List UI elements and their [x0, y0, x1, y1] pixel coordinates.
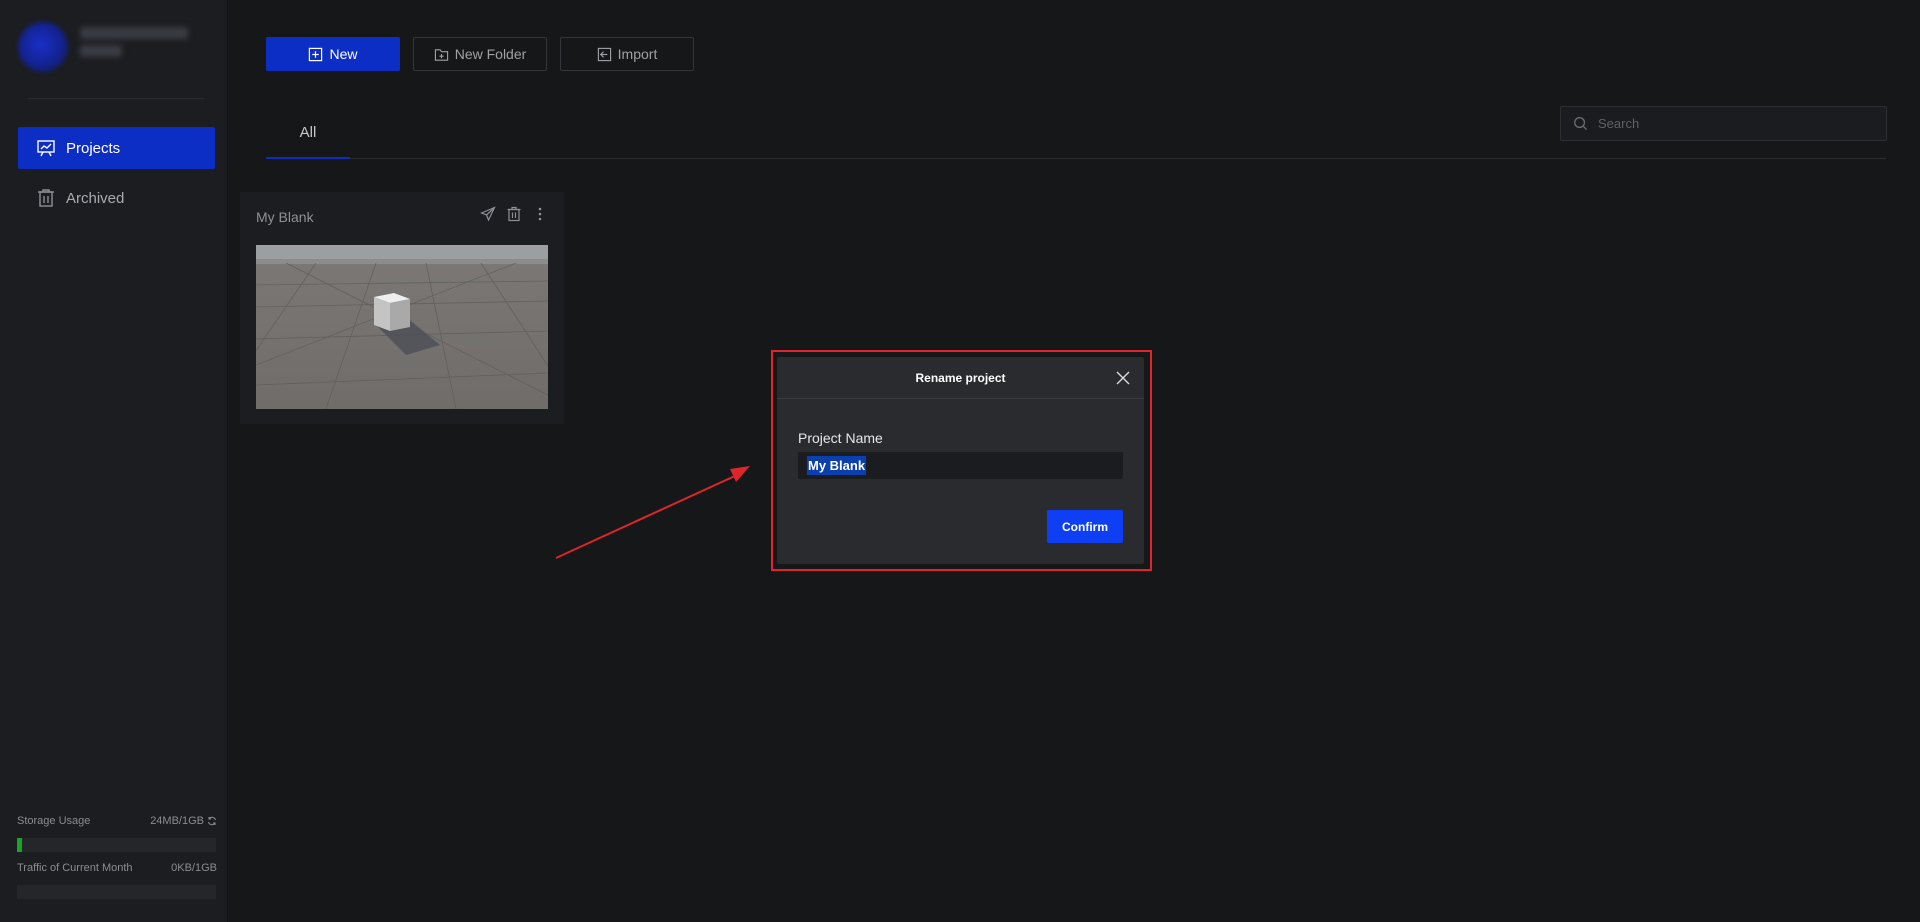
close-icon[interactable]	[1114, 369, 1132, 387]
presentation-chart-icon	[36, 138, 56, 158]
traffic-usage-value: 0KB/1GB	[171, 862, 217, 874]
sidebar-item-label: Projects	[66, 139, 121, 157]
storage-usage: Storage Usage 24MB/1GB	[17, 815, 217, 827]
confirm-button[interactable]: Confirm	[1047, 510, 1123, 543]
new-button-label: New	[329, 46, 358, 62]
search-box	[1560, 106, 1887, 141]
sidebar-item-archived[interactable]: Archived	[18, 177, 215, 219]
project-name-field[interactable]: My Blank	[798, 452, 1123, 479]
trash-icon[interactable]	[506, 206, 522, 222]
new-folder-button[interactable]: New Folder	[413, 37, 547, 71]
project-title: My Blank	[256, 209, 314, 225]
project-name-label: Project Name	[798, 430, 883, 446]
storage-usage-value: 24MB/1GB	[150, 815, 204, 827]
plus-square-icon	[309, 47, 323, 61]
sidebar-item-label: Archived	[66, 189, 125, 207]
sidebar: Projects Archived Storage Usage 24MB/1GB	[0, 0, 228, 922]
refresh-icon[interactable]	[207, 816, 217, 826]
scene-preview-image	[256, 245, 548, 409]
storage-usage-bar	[17, 838, 216, 852]
project-card[interactable]: My Blank	[240, 192, 564, 424]
search-input[interactable]	[1598, 116, 1878, 131]
storage-usage-label: Storage Usage	[17, 815, 91, 827]
import-button-label: Import	[617, 46, 658, 62]
folder-plus-icon	[434, 48, 448, 61]
avatar[interactable]	[18, 22, 68, 72]
import-icon	[597, 47, 611, 61]
traffic-usage-bar	[17, 885, 216, 899]
user-profile[interactable]	[18, 22, 188, 72]
sidebar-item-projects[interactable]: Projects	[18, 127, 215, 169]
tab-all[interactable]: All	[266, 104, 350, 160]
traffic-usage: Traffic of Current Month 0KB/1GB	[17, 862, 217, 874]
sidebar-divider	[28, 98, 204, 99]
trash-icon	[36, 188, 56, 208]
dialog-header: Rename project	[777, 357, 1144, 399]
new-folder-button-label: New Folder	[454, 46, 527, 62]
blurred-username	[80, 27, 188, 67]
tabs-divider	[266, 158, 1886, 159]
tab-active-indicator	[266, 157, 350, 159]
send-icon[interactable]	[480, 206, 496, 222]
rename-project-dialog: Rename project Project Name My Blank Con…	[777, 357, 1144, 564]
tab-all-label: All	[299, 123, 317, 141]
project-actions	[480, 206, 548, 222]
storage-usage-fill	[17, 838, 22, 852]
project-name-selected-text[interactable]: My Blank	[807, 456, 867, 475]
search-icon	[1574, 117, 1588, 131]
dialog-title: Rename project	[915, 370, 1006, 385]
import-button[interactable]: Import	[560, 37, 694, 71]
more-vertical-icon[interactable]	[532, 206, 548, 222]
new-button[interactable]: New	[266, 37, 400, 71]
traffic-usage-label: Traffic of Current Month	[17, 862, 133, 874]
project-thumbnail[interactable]	[256, 245, 548, 409]
